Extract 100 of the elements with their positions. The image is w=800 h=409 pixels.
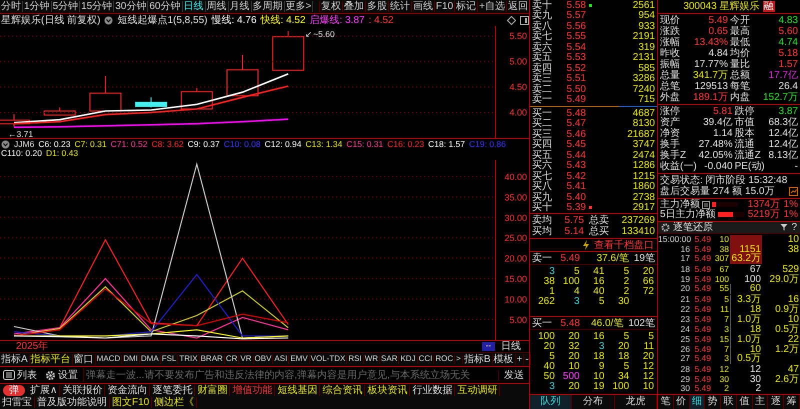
toolbar-button[interactable]: 板块资讯 [365, 385, 410, 396]
dropdown-icon[interactable] [104, 16, 114, 24]
panel-tab[interactable]: 主 [752, 395, 768, 409]
toolbar-button[interactable]: 互动调研 [455, 385, 500, 396]
indicator-tab[interactable]: FSL [160, 355, 178, 364]
period-tab[interactable]: 60分钟 [148, 1, 182, 12]
diamond-icon[interactable] [507, 16, 516, 24]
indicator-value: D1: 0.43 [46, 149, 78, 159]
indicator-tab[interactable]: 指标B [462, 354, 492, 365]
toolbar-button[interactable]: 侧边栏《 [152, 397, 198, 408]
period-tab[interactable]: 更多> [284, 1, 314, 12]
quote-label: 均价 [730, 48, 750, 59]
indicator-value: C110: 0.20 [1, 149, 42, 159]
panel-tab[interactable]: 逐 [768, 395, 784, 409]
toolbar-button[interactable]: 财富圈 [195, 385, 230, 396]
period-tab[interactable]: 日线 [182, 1, 206, 12]
panel-tab[interactable]: 龙虎 [614, 395, 657, 409]
indicator-tab[interactable]: BRAR [200, 355, 225, 364]
toolbar-button[interactable]: F10 [434, 1, 454, 12]
panel-tab[interactable]: 细 [690, 395, 706, 409]
indicator-tab[interactable]: VR [239, 355, 254, 364]
toolbar-button[interactable]: 返回 [506, 1, 529, 12]
indicator-tab[interactable]: DMI [122, 355, 140, 364]
window-icon[interactable] [520, 16, 529, 24]
panel-tab[interactable]: 笔 [658, 395, 674, 409]
tick-price: 5.49 [693, 364, 711, 374]
period-tab[interactable]: 多周期 [252, 1, 284, 12]
indicator-tab[interactable]: ASI [273, 355, 290, 364]
period-tab[interactable]: 30分钟 [114, 1, 148, 12]
toolbar-button[interactable]: 扩展∧ [28, 385, 60, 396]
indicator-tab[interactable]: CCI [418, 355, 434, 364]
tick-time: 17 [680, 254, 690, 264]
tick-time: 29 [680, 374, 690, 384]
period-tab[interactable]: 周线 [206, 1, 228, 12]
toolbar-button[interactable]: 综合资讯 [320, 385, 366, 396]
toolbar-button[interactable]: 扫雷宝 [0, 397, 35, 408]
toolbar-button[interactable]: 多股 [364, 1, 388, 12]
indicator-tab[interactable]: DMA [140, 355, 161, 364]
scroll-button[interactable]: -- [482, 342, 495, 351]
quote-label: 最高 [730, 26, 750, 37]
toolbar-button[interactable]: 逐笔委托 [150, 385, 196, 396]
indicator-tab[interactable]: EMV [289, 355, 310, 364]
period-tab[interactable]: 15分钟 [80, 1, 114, 12]
period-tab[interactable]: 5分钟 [52, 1, 80, 12]
panel-tab[interactable]: 联 [721, 395, 737, 409]
bid-level: 买一 [532, 108, 553, 119]
panel-tab[interactable]: 势 [705, 395, 722, 409]
indicator-tab[interactable]: 指标平台 [30, 354, 73, 365]
toolbar-button[interactable]: 普及版功能说明 [35, 397, 110, 408]
depth-link[interactable]: 查看千档盘口 [594, 240, 654, 250]
toolbar-button[interactable]: 画线 [410, 1, 434, 12]
candlestick [135, 96, 168, 108]
filter-icon[interactable] [780, 223, 788, 232]
dropdown-icon[interactable] [1, 140, 10, 150]
indicator-tab[interactable]: 模板 [492, 354, 516, 365]
period-tab[interactable]: 分时 [0, 1, 23, 12]
indicator-tab[interactable]: > [455, 355, 463, 364]
indicator-tab[interactable]: OBV [254, 355, 274, 364]
bid-level: 买五 [532, 150, 553, 161]
toolbar-button[interactable]: +自选 [477, 1, 506, 12]
toolbar-button[interactable]: 复权 [318, 1, 342, 12]
order-size: 20 [567, 381, 580, 391]
indicator-tab[interactable]: + [516, 354, 524, 365]
toolbar-button[interactable]: 行业数据 [410, 385, 456, 396]
toolbar-button[interactable]: 图文F10 [110, 397, 152, 408]
indicator-tab[interactable]: SAR [380, 355, 400, 364]
block-volume: 18 [730, 324, 762, 334]
toolbar-button[interactable]: 资金流向 [105, 385, 150, 396]
toolbar-button[interactable]: 增值功能 [230, 385, 276, 396]
indicator-tab[interactable]: RSI [347, 355, 364, 364]
indicator-tab[interactable]: WR [364, 355, 380, 364]
trade-total: 10 [786, 234, 799, 245]
indicator-tab[interactable]: - [524, 354, 531, 365]
indicator-tab[interactable]: MACD [96, 355, 122, 364]
settings-icon[interactable] [661, 222, 670, 232]
indicator-tab[interactable]: 指标A [0, 354, 30, 365]
indicator-tab[interactable]: ROC [434, 355, 456, 364]
chart-icon[interactable] [789, 186, 798, 196]
indicator-tab[interactable]: KDJ [399, 355, 418, 364]
indicator-tab[interactable]: 窗口 [72, 354, 96, 365]
period-tab[interactable]: 月线 [228, 1, 252, 12]
quote-value: -0.040 [703, 160, 733, 172]
panel-tab[interactable]: 筹 [784, 395, 800, 409]
indicator-tab[interactable]: VOL-TDX [310, 355, 348, 364]
barrage-badge[interactable]: 弹 [3, 385, 25, 396]
panel-tab[interactable]: 队列 [530, 395, 572, 409]
toolbar-button[interactable]: 叠加 [342, 1, 365, 12]
help-button[interactable]: ? [791, 222, 797, 233]
info-icon[interactable] [702, 200, 710, 209]
trade-total: 16 [788, 294, 799, 305]
panel-tab[interactable]: 值 [736, 395, 753, 409]
toolbar-button[interactable]: 标记 [454, 1, 478, 12]
toolbar-button[interactable]: 统计 [388, 1, 411, 12]
quote-value: 12.4亿 [768, 138, 798, 150]
indicator-tab[interactable]: CR [224, 355, 240, 364]
period-tab[interactable]: 1分钟 [23, 1, 52, 12]
indicator-tab[interactable]: TRIX [178, 355, 200, 364]
toolbar-button[interactable]: 关联报价 [60, 385, 106, 396]
panel-tab[interactable]: 分布 [572, 395, 615, 409]
toolbar-button[interactable]: 短线基因 [275, 385, 320, 396]
